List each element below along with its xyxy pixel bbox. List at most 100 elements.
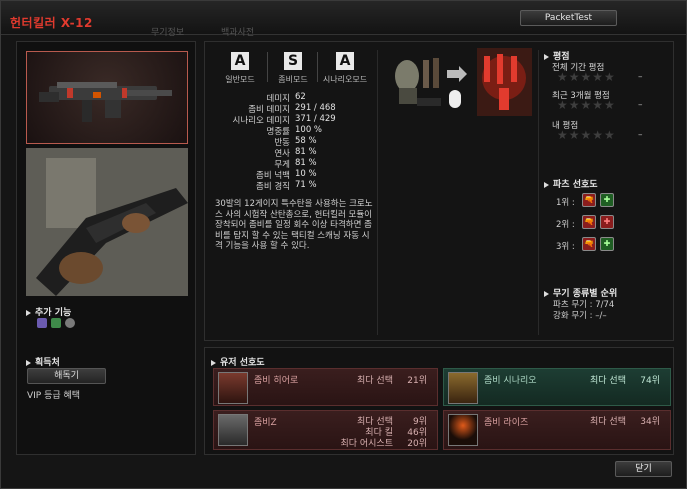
stat-value: 71 % xyxy=(295,180,317,190)
parts-rank-label: 1위 : xyxy=(556,198,575,208)
mode-zombie: S 좀비모드 xyxy=(268,52,318,85)
zombie-scenario-avatar xyxy=(448,372,478,404)
scanning-illustration xyxy=(387,48,532,116)
rating-total-value: – xyxy=(638,72,643,82)
parts-rank-label: 3위 : xyxy=(556,242,575,252)
user-pref-heading: 유저 선호도 xyxy=(211,355,265,368)
weapon-preview-photo xyxy=(26,148,188,296)
mode-normal-label: 일반모드 xyxy=(225,75,255,84)
stat-value: 81 % xyxy=(295,158,317,168)
pref-card-line: 최다 선택 74위 xyxy=(566,373,660,386)
rating-mine-value: – xyxy=(638,130,643,140)
mode-normal: A 일반모드 xyxy=(215,52,265,85)
zombie-hero-avatar xyxy=(218,372,248,404)
zombie-z-avatar xyxy=(218,414,248,446)
title-bar: 헌터킬러 X-12 무기정보 백과사전 PacketTest xyxy=(1,1,686,38)
acquisition-heading-label: 획득처 xyxy=(35,358,60,368)
close-button[interactable]: 닫기 xyxy=(615,461,672,477)
rating-recent-value: – xyxy=(638,100,643,110)
mode-scenario: A 시나리오모드 xyxy=(315,52,375,85)
pref-line-value: 74위 xyxy=(640,376,660,386)
column-divider xyxy=(377,50,378,335)
pref-line-label: 최다 선택 xyxy=(590,417,626,427)
part-badge-red-icon[interactable]: ✚ xyxy=(600,215,614,229)
left-panel: 추가 기능 획득처 해독기 VIP 등급 혜택 xyxy=(16,41,196,455)
features-heading-label: 추가 기능 xyxy=(35,308,72,318)
stat-row: 연사 81 % xyxy=(205,147,455,159)
pref-card-zombie-hero[interactable]: 좀비 히어로 최다 선택 21위 xyxy=(213,368,438,406)
features-heading: 추가 기능 xyxy=(26,305,71,318)
dismantle-button[interactable]: 해독기 xyxy=(27,368,106,384)
stat-row: 좀비 넉백 10 % xyxy=(205,169,455,181)
pref-card-zombie-z[interactable]: 좀비Z 최다 선택 9위 최다 킬 46위 최다 어시스트 20위 xyxy=(213,410,438,450)
triangle-icon xyxy=(26,309,31,316)
ghost-tab-info: 무기정보 xyxy=(151,28,185,38)
part-badge-red-icon[interactable]: 🔫 xyxy=(582,193,596,207)
weapon-description: 30발의 12게이지 특수탄을 사용하는 크로노스 사의 시험작 산탄총으로, … xyxy=(215,199,373,251)
grade-scenario: A xyxy=(336,52,354,70)
part-badge-red-icon[interactable]: 🔫 xyxy=(582,237,596,251)
weapon-info-window: 헌터킬러 X-12 무기정보 백과사전 PacketTest 추가 기능 획득처… xyxy=(0,0,687,489)
pref-card-name: 좀비 히어로 xyxy=(254,376,299,386)
weapon-rank-enhance: 강화 무기 : –/– xyxy=(553,311,607,321)
stat-value: 10 % xyxy=(295,169,317,179)
packet-test-button[interactable]: PacketTest xyxy=(520,10,617,26)
pref-card-zombie-rise[interactable]: 좀비 라이즈 최다 선택 34위 xyxy=(443,410,671,450)
stat-value: 81 % xyxy=(295,147,317,157)
feature-icon-1[interactable] xyxy=(37,318,47,328)
grade-normal: A xyxy=(231,52,249,70)
rating-total-stars: ★★★★★ xyxy=(557,70,616,84)
part-badge-green-icon[interactable]: ✚ xyxy=(600,193,614,207)
stat-value: 291 / 468 xyxy=(295,103,336,113)
column-divider xyxy=(538,50,539,335)
pref-line-label: 최다 선택 xyxy=(590,376,626,386)
pref-card-name: 좀비Z xyxy=(254,418,277,428)
grade-zombie: S xyxy=(284,52,302,70)
ghost-tab-encyclopedia: 백과사전 xyxy=(221,28,255,38)
mode-scenario-label: 시나리오모드 xyxy=(322,75,368,84)
rating-recent-stars: ★★★★★ xyxy=(557,98,616,112)
pref-line-value: 21위 xyxy=(407,376,427,386)
parts-pref-heading: 파츠 선호도 xyxy=(544,177,598,190)
stat-row: 무게 81 % xyxy=(205,158,455,170)
pref-card-line: 최다 선택 34위 xyxy=(566,414,660,427)
pref-line-value: 34위 xyxy=(640,417,660,427)
triangle-icon xyxy=(544,53,549,60)
stat-value: 58 % xyxy=(295,136,317,146)
parts-rank-row: 2위 : xyxy=(556,218,575,230)
triangle-icon xyxy=(544,181,549,188)
feature-icon-2[interactable] xyxy=(51,318,61,328)
pref-card-name: 좀비 시나리오 xyxy=(484,376,537,386)
stat-value: 371 / 429 xyxy=(295,114,336,124)
mode-zombie-label: 좀비모드 xyxy=(278,75,308,84)
acquisition-heading: 획득처 xyxy=(26,355,60,368)
window-title: 헌터킬러 X-12 xyxy=(10,16,93,30)
parts-rank-row: 3위 : xyxy=(556,240,575,252)
parts-rank-label: 2위 : xyxy=(556,220,575,230)
triangle-icon xyxy=(26,359,31,366)
stat-row: 명중률 100 % xyxy=(205,125,455,137)
rating-mine-stars[interactable]: ★★★★★ xyxy=(557,128,616,142)
pref-card-zombie-scenario[interactable]: 좀비 시나리오 최다 선택 74위 xyxy=(443,368,671,406)
parts-rank-row: 1위 : xyxy=(556,196,575,208)
parts-pref-heading-label: 파츠 선호도 xyxy=(553,180,598,190)
stat-row: 좀비 경직 71 % xyxy=(205,180,455,192)
pref-card-name: 좀비 라이즈 xyxy=(484,418,529,428)
pref-line-label: 최다 어시스트 xyxy=(340,439,393,449)
feature-gear-icon[interactable] xyxy=(65,318,75,328)
pref-line-value: 20위 xyxy=(407,439,427,449)
zombie-rise-avatar xyxy=(448,414,478,446)
pref-card-line: 최다 선택 21위 xyxy=(333,373,427,386)
part-badge-green-icon[interactable]: ✚ xyxy=(600,237,614,251)
part-badge-red-icon[interactable]: 🔫 xyxy=(582,215,596,229)
pref-line-label: 최다 선택 xyxy=(357,376,393,386)
weapon-shotgun-icon xyxy=(39,82,172,122)
stat-row: 반동 58 % xyxy=(205,136,455,148)
triangle-icon xyxy=(211,359,216,366)
stats-panel: A 일반모드 S 좀비모드 A 시나리오모드 데미지 62 좀비 데미지 291 /… xyxy=(204,41,674,341)
vip-benefit-text: VIP 등급 혜택 xyxy=(27,391,81,401)
weapon-image-frame xyxy=(26,51,188,144)
stat-value: 100 % xyxy=(295,125,323,135)
stat-value: 62 xyxy=(295,92,306,102)
triangle-icon xyxy=(544,290,549,297)
